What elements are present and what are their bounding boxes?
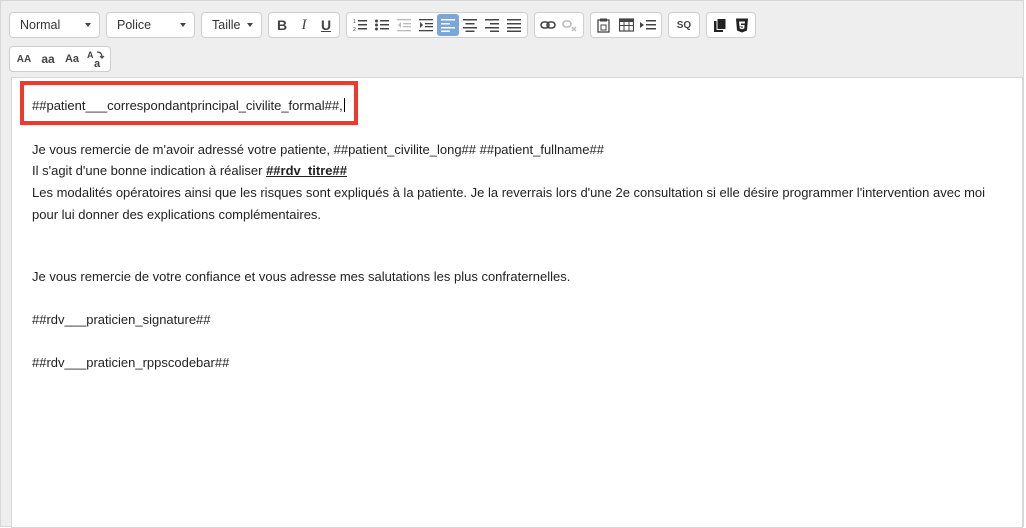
toolbar-row-2: AA aa Aa Aa: [9, 45, 117, 73]
align-right-button[interactable]: [481, 14, 503, 36]
indication-prefix: Il s'agit d'une bonne indication à réali…: [32, 163, 267, 178]
ordered-list-icon: 12: [353, 19, 367, 32]
italic-button[interactable]: I: [293, 14, 315, 36]
picture-icon: [597, 18, 610, 33]
svg-text:a: a: [94, 58, 101, 68]
table-icon: [618, 18, 634, 32]
source-label: SQ: [676, 19, 692, 31]
case-group: AA aa Aa Aa: [9, 46, 111, 72]
modalities-paragraph: Les modalités opératoires ainsi que les …: [32, 185, 986, 222]
align-justify-icon: [507, 19, 521, 32]
image-button[interactable]: [593, 14, 615, 36]
align-justify-button[interactable]: [503, 14, 525, 36]
align-left-button[interactable]: [437, 14, 459, 36]
align-right-icon: [485, 19, 499, 32]
toolbar-row-1: Normal Police Taille B I U 12 SQ: [9, 11, 762, 39]
salutation-text: ##patient___correspondantprincipal_civil…: [32, 98, 343, 113]
link-group: [534, 12, 584, 38]
table-button[interactable]: [615, 14, 637, 36]
source-button[interactable]: SQ: [671, 14, 697, 36]
size-dropdown-label: Taille: [212, 18, 241, 32]
thanks-line: Je vous remercie de votre confiance et v…: [32, 269, 571, 284]
intro-line: Je vous remercie de m'avoir adressé votr…: [32, 142, 604, 157]
format-dropdown-label: Normal: [20, 18, 61, 32]
format-dropdown[interactable]: Normal: [9, 12, 100, 38]
svg-text:A: A: [87, 50, 94, 60]
copy-icon: [714, 17, 727, 32]
editor-content-area[interactable]: ##patient___correspondantprincipal_civil…: [11, 77, 1023, 528]
bullet-list-icon: [375, 19, 389, 31]
font-dropdown[interactable]: Police: [106, 12, 195, 38]
titlecase-button[interactable]: Aa: [60, 48, 84, 70]
insert-group: [590, 12, 662, 38]
svg-text:2: 2: [353, 27, 356, 32]
align-center-button[interactable]: [459, 14, 481, 36]
chevron-down-icon: [180, 23, 186, 27]
copy-button[interactable]: [709, 14, 731, 36]
link-button[interactable]: [537, 14, 559, 36]
lowercase-icon: aa: [41, 52, 55, 66]
toggle-case-button[interactable]: Aa: [84, 48, 108, 70]
align-center-icon: [463, 19, 477, 32]
uppercase-button[interactable]: AA: [12, 48, 36, 70]
editor-toolbar: Normal Police Taille B I U 12 SQ AA aa A…: [9, 11, 1015, 73]
document-group: [706, 12, 756, 38]
text-cursor: [343, 98, 345, 112]
lowercase-button[interactable]: aa: [36, 48, 60, 70]
signature-placeholder: ##rdv___praticien_signature##: [32, 312, 211, 327]
html5-icon: [736, 18, 748, 32]
uppercase-icon: AA: [16, 53, 32, 65]
html5-button[interactable]: [731, 14, 753, 36]
bold-button[interactable]: B: [271, 14, 293, 36]
underline-icon: U: [320, 17, 332, 33]
text-style-group: B I U: [268, 12, 340, 38]
rpps-placeholder: ##rdv___praticien_rppscodebar##: [32, 355, 230, 370]
horizontal-rule-icon: [640, 20, 656, 30]
titlecase-icon: Aa: [64, 53, 80, 65]
indent-icon: [419, 19, 433, 32]
align-left-icon: [441, 19, 455, 32]
underline-button[interactable]: U: [315, 14, 337, 36]
bullet-list-button[interactable]: [371, 14, 393, 36]
chevron-down-icon: [247, 23, 253, 27]
outdent-button[interactable]: [393, 14, 415, 36]
unlink-button[interactable]: [559, 14, 581, 36]
svg-text:1: 1: [353, 19, 356, 25]
italic-icon: I: [301, 16, 307, 33]
ordered-list-button[interactable]: 12: [349, 14, 371, 36]
bold-icon: B: [276, 17, 288, 33]
size-dropdown[interactable]: Taille: [201, 12, 262, 38]
font-dropdown-label: Police: [117, 18, 152, 32]
toggle-case-icon: Aa: [87, 50, 105, 68]
list-align-group: 12: [346, 12, 528, 38]
source-group: SQ: [668, 12, 700, 38]
chevron-down-icon: [85, 23, 91, 27]
salutation-line: ##patient___correspondantprincipal_civil…: [32, 96, 345, 116]
rich-text-editor: Normal Police Taille B I U 12 SQ AA aa A…: [0, 0, 1024, 528]
rdv-title-placeholder: ##rdv_titre##: [266, 163, 348, 178]
indent-button[interactable]: [415, 14, 437, 36]
unlink-icon: [562, 20, 577, 32]
horizontal-rule-button[interactable]: [637, 14, 659, 36]
link-icon: [540, 21, 556, 29]
outdent-icon: [397, 19, 411, 32]
indication-line: Il s'agit d'une bonne indication à réali…: [32, 161, 347, 181]
